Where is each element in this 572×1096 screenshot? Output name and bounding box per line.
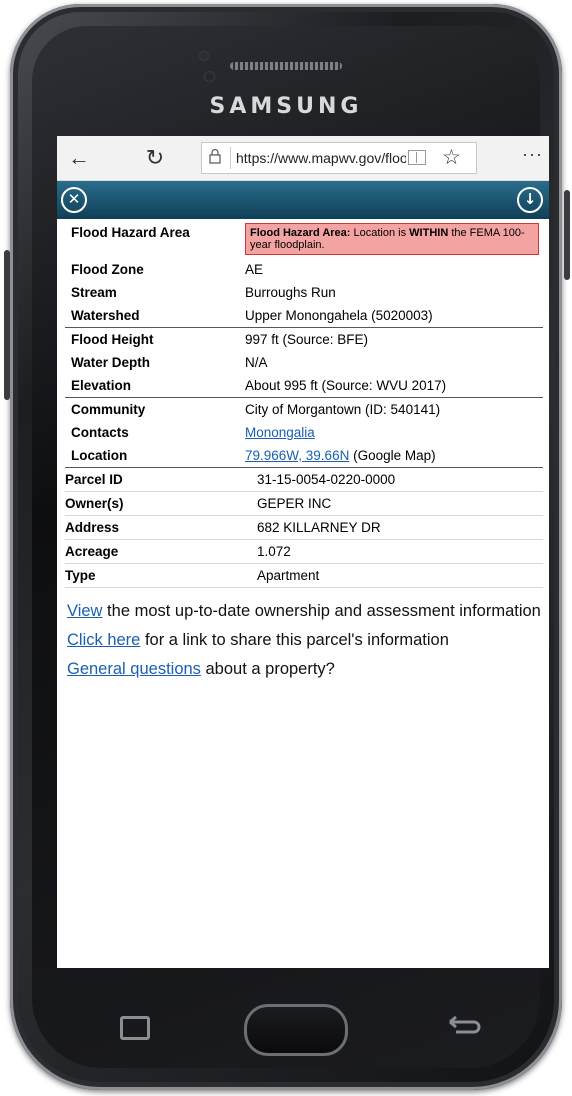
table-row: Flood Zone AE [65, 258, 543, 281]
row-label: Acreage [65, 539, 257, 564]
row-value: N/A [245, 355, 268, 370]
row-value: Apartment [257, 563, 543, 588]
flood-hazard-alert: Flood Hazard Area: Location is WITHIN th… [245, 223, 539, 255]
general-questions-line: General questions about a property? [67, 660, 335, 678]
report-content: Flood Hazard Area Flood Hazard Area: Loc… [57, 219, 549, 679]
table-row: Flood Hazard Area Flood Hazard Area: Loc… [65, 219, 543, 258]
earpiece-speaker [230, 62, 342, 70]
row-value: GEPER INC [257, 491, 543, 516]
close-icon[interactable]: ✕ [61, 187, 87, 213]
lock-icon [208, 148, 224, 168]
screen: ← ↻ https://www.mapwv.gov/flood/map/ ☆ ·… [57, 136, 549, 968]
view-ownership-line: View the most up-to-date ownership and a… [67, 602, 541, 620]
row-label: Flood Zone [71, 262, 144, 277]
row-label: Address [65, 515, 257, 540]
table-row: Watershed Upper Monongahela (5020003) [65, 304, 543, 328]
proximity-sensor [200, 52, 208, 60]
table-row: Flood Height 997 ft (Source: BFE) [65, 327, 543, 351]
favorite-star-icon[interactable]: ☆ [442, 145, 461, 170]
app-header-bar: ✕ ↓ [57, 181, 549, 219]
recent-apps-key[interactable] [120, 1016, 150, 1040]
view-ownership-link[interactable]: View [67, 602, 102, 620]
table-row: Community City of Morgantown (ID: 540141) [65, 397, 543, 421]
row-label: Parcel ID [65, 467, 257, 492]
back-key-icon[interactable] [444, 1014, 484, 1038]
brand-logo: SAMSUNG [209, 94, 363, 119]
table-row: Parcel ID 31-15-0054-0220-0000 [65, 467, 543, 492]
general-questions-link[interactable]: General questions [67, 660, 201, 678]
row-value: 682 KILLARNEY DR [257, 515, 543, 540]
row-label: Contacts [71, 425, 129, 440]
table-row: Location 79.966W, 39.66N (Google Map) [65, 444, 543, 467]
contacts-link[interactable]: Monongalia [245, 425, 315, 440]
row-label: Stream [71, 285, 117, 300]
table-row: Address 682 KILLARNEY DR [65, 515, 543, 540]
row-value: Upper Monongahela (5020003) [245, 308, 433, 323]
flood-info-table: Flood Hazard Area Flood Hazard Area: Loc… [65, 219, 543, 467]
share-parcel-link[interactable]: Click here [67, 631, 140, 649]
browser-toolbar: ← ↻ https://www.mapwv.gov/flood/map/ ☆ ·… [57, 136, 549, 181]
row-value: 31-15-0054-0220-0000 [257, 467, 543, 492]
row-value: Burroughs Run [245, 285, 336, 300]
row-value: 1.072 [257, 539, 543, 564]
row-label: Water Depth [71, 355, 151, 370]
home-button[interactable] [244, 1004, 348, 1056]
address-bar[interactable]: https://www.mapwv.gov/flood/map/ ☆ [201, 142, 477, 174]
row-label: Watershed [71, 308, 140, 323]
back-arrow-icon[interactable]: ← [65, 144, 93, 172]
location-link[interactable]: 79.966W, 39.66N [245, 448, 349, 463]
reading-view-icon[interactable] [408, 150, 426, 165]
front-camera [205, 72, 214, 81]
table-row: Owner(s) GEPER INC [65, 491, 543, 516]
url-text[interactable]: https://www.mapwv.gov/flood/map/ [236, 150, 406, 166]
download-icon[interactable]: ↓ [517, 187, 543, 213]
row-label: Elevation [71, 378, 132, 393]
row-value: 997 ft (Source: BFE) [239, 327, 543, 351]
table-row: Stream Burroughs Run [65, 281, 543, 304]
table-row: Elevation About 995 ft (Source: WVU 2017) [65, 374, 543, 398]
table-row: Contacts Monongalia [65, 421, 543, 444]
share-parcel-line: Click here for a link to share this parc… [67, 631, 449, 649]
address-separator [230, 147, 231, 169]
row-value: AE [245, 262, 264, 277]
row-label: Community [65, 397, 239, 421]
row-label: Flood Height [65, 327, 239, 351]
row-value: About 995 ft (Source: WVU 2017) [245, 378, 447, 393]
location-suffix: (Google Map) [349, 448, 436, 463]
row-label: Flood Hazard Area [71, 225, 190, 240]
table-row: Water Depth N/A [65, 351, 543, 374]
row-value: City of Morgantown (ID: 540141) [239, 397, 543, 421]
parcel-table: Parcel ID 31-15-0054-0220-0000 Owner(s) GE… [65, 467, 543, 588]
table-row: Acreage 1.072 [65, 539, 543, 564]
table-row: Type Apartment [65, 563, 543, 588]
row-label: Type [65, 563, 257, 588]
volume-button [4, 250, 10, 400]
row-label: Location [71, 448, 128, 463]
info-links: View the most up-to-date ownership and a… [65, 602, 543, 679]
refresh-icon[interactable]: ↻ [141, 144, 169, 172]
power-button [564, 190, 570, 280]
row-label: Owner(s) [65, 491, 257, 516]
more-menu-icon[interactable]: ··· [522, 144, 543, 165]
